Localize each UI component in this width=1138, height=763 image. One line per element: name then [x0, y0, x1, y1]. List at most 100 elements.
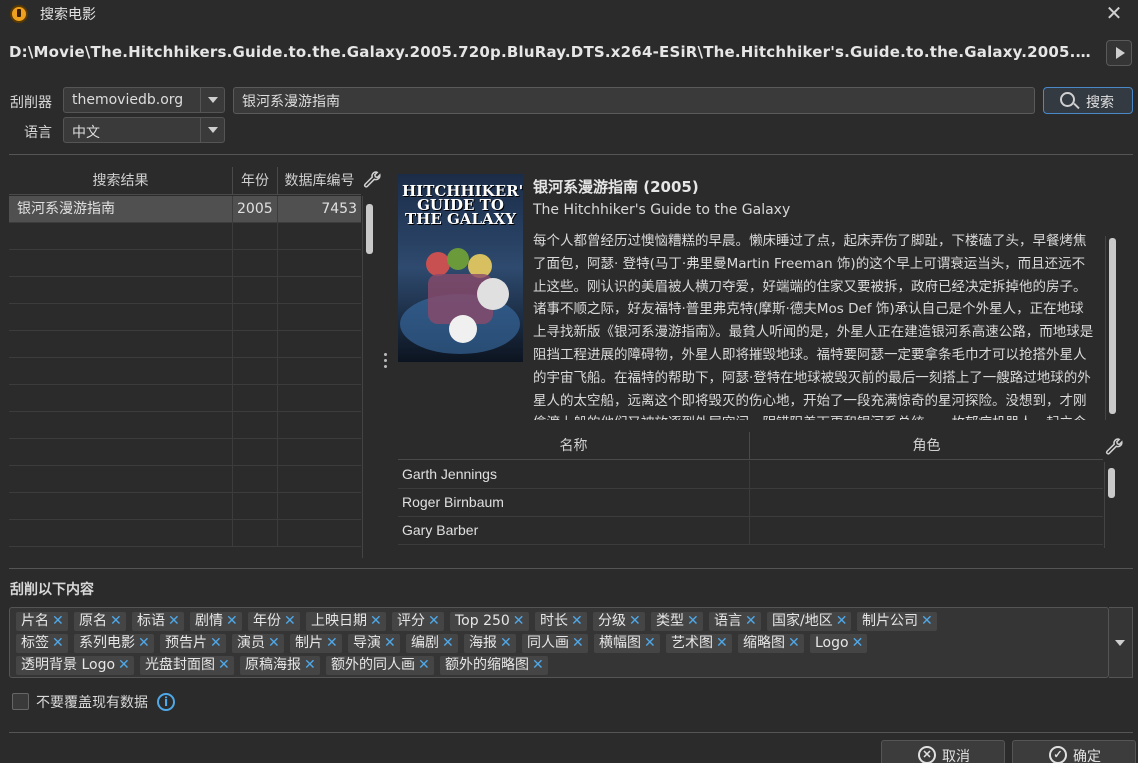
remove-tag-icon[interactable]: ✕	[218, 657, 230, 673]
remove-tag-icon[interactable]: ✕	[304, 657, 316, 673]
wrench-icon[interactable]	[362, 170, 382, 190]
table-row-empty	[9, 277, 361, 304]
divider	[9, 732, 1133, 733]
movie-poster: HITCHHIKER'S GUIDE TO THE GALAXY	[398, 174, 523, 362]
cast-row[interactable]: Garth Jennings	[398, 461, 1103, 489]
scrape-tag-label: 缩略图	[743, 635, 785, 651]
scrape-tag: Top 250 ✕	[450, 612, 529, 631]
scrape-tag: 分级 ✕	[593, 612, 645, 631]
remove-tag-icon[interactable]: ✕	[110, 613, 122, 629]
result-cell-year	[233, 223, 278, 250]
remove-tag-icon[interactable]: ✕	[788, 635, 800, 651]
remove-tag-icon[interactable]: ✕	[370, 613, 382, 629]
remove-tag-icon[interactable]: ✕	[284, 613, 296, 629]
cancel-icon: ✕	[918, 746, 936, 763]
scrape-tag: 标签 ✕	[16, 634, 68, 653]
remove-tag-icon[interactable]: ✕	[138, 635, 150, 651]
scrape-tag-label: 演员	[237, 635, 265, 651]
splitter-handle[interactable]	[384, 353, 388, 371]
check-icon: ✓	[1049, 746, 1067, 763]
scrape-tag-label: 分级	[598, 613, 626, 629]
remove-tag-icon[interactable]: ✕	[418, 657, 430, 673]
scrollbar-thumb[interactable]	[366, 204, 373, 254]
remove-tag-icon[interactable]: ✕	[571, 613, 583, 629]
cancel-button[interactable]: ✕ 取消	[881, 740, 1005, 763]
scrollbar-thumb[interactable]	[1109, 238, 1116, 414]
remove-tag-icon[interactable]: ✕	[532, 657, 544, 673]
search-button[interactable]: 搜索	[1043, 87, 1133, 114]
overview-scrollbar[interactable]	[1105, 236, 1119, 420]
ok-button[interactable]: ✓ 确定	[1012, 740, 1136, 763]
remove-tag-icon[interactable]: ✕	[836, 613, 848, 629]
result-row[interactable]: 银河系漫游指南 2005 7453	[9, 196, 361, 223]
remove-tag-icon[interactable]: ✕	[268, 635, 280, 651]
scrape-tag-label: 艺术图	[671, 635, 713, 651]
result-cell-title	[9, 385, 233, 412]
search-input[interactable]	[233, 87, 1035, 114]
scrape-tag: 系列电影 ✕	[74, 634, 154, 653]
table-row-empty	[9, 466, 361, 493]
remove-tag-icon[interactable]: ✕	[384, 635, 396, 651]
remove-tag-icon[interactable]: ✕	[52, 613, 64, 629]
result-cell-title: 银河系漫游指南	[9, 196, 233, 223]
language-select[interactable]: 中文	[63, 117, 225, 143]
result-cell-id	[278, 439, 361, 466]
remove-tag-icon[interactable]: ✕	[210, 635, 222, 651]
scrape-tag-label: 导演	[353, 635, 381, 651]
remove-tag-icon[interactable]: ✕	[168, 613, 180, 629]
scraper-select[interactable]: themoviedb.org	[63, 87, 225, 113]
chevron-down-icon[interactable]	[1109, 607, 1133, 678]
remove-tag-icon[interactable]: ✕	[572, 635, 584, 651]
results-scrollbar[interactable]	[362, 196, 378, 558]
result-cell-title	[9, 277, 233, 304]
table-row-empty	[9, 223, 361, 250]
remove-tag-icon[interactable]: ✕	[226, 613, 238, 629]
scrollbar-thumb[interactable]	[1108, 468, 1115, 498]
remove-tag-icon[interactable]: ✕	[716, 635, 728, 651]
result-cell-year	[233, 439, 278, 466]
cast-row[interactable]: Gary Barber	[398, 517, 1103, 545]
scrape-tag: 评分 ✕	[392, 612, 444, 631]
result-cell-title	[9, 304, 233, 331]
remove-tag-icon[interactable]: ✕	[921, 613, 933, 629]
wrench-icon[interactable]	[1104, 437, 1124, 457]
scrape-tag: 导演 ✕	[348, 634, 400, 653]
scrape-tag-box[interactable]: 片名 ✕ 原名 ✕ 标语 ✕ 剧情 ✕ 年份 ✕ 上映日期 ✕ 评分 ✕ Top 250 ✕ 时长 ✕ 分级 ✕ 类型 ✕…	[9, 607, 1109, 678]
scrape-tag-label: 同人画	[527, 635, 569, 651]
cast-header-name[interactable]: 名称	[398, 432, 750, 460]
remove-tag-icon[interactable]: ✕	[745, 613, 757, 629]
result-cell-year	[233, 412, 278, 439]
no-overwrite-checkbox[interactable]	[12, 693, 29, 710]
info-icon[interactable]: i	[157, 693, 175, 711]
remove-tag-icon[interactable]: ✕	[442, 635, 454, 651]
scrape-tag-label: 编剧	[411, 635, 439, 651]
remove-tag-icon[interactable]: ✕	[852, 635, 864, 651]
cast-header-role[interactable]: 角色	[750, 432, 1103, 460]
results-header-title[interactable]: 搜索结果	[9, 167, 233, 195]
scrape-tag: 原名 ✕	[74, 612, 126, 631]
result-cell-title	[9, 466, 233, 493]
no-overwrite-label: 不要覆盖现有数据	[36, 695, 148, 711]
divider	[9, 568, 1133, 569]
result-cell-year	[233, 250, 278, 277]
remove-tag-icon[interactable]: ✕	[326, 635, 338, 651]
scrape-tag: 标语 ✕	[132, 612, 184, 631]
scrape-tag: 额外的缩略图 ✕	[440, 656, 548, 675]
cast-row[interactable]: Roger Birnbaum	[398, 489, 1103, 517]
cast-scrollbar[interactable]	[1104, 462, 1120, 548]
remove-tag-icon[interactable]: ✕	[52, 635, 64, 651]
remove-tag-icon[interactable]: ✕	[644, 635, 656, 651]
remove-tag-icon[interactable]: ✕	[428, 613, 440, 629]
remove-tag-icon[interactable]: ✕	[118, 657, 130, 673]
remove-tag-icon[interactable]: ✕	[687, 613, 699, 629]
scrape-tag-label: 原稿海报	[245, 657, 301, 673]
result-cell-title	[9, 412, 233, 439]
close-icon[interactable]: ✕	[1100, 0, 1128, 26]
remove-tag-icon[interactable]: ✕	[629, 613, 641, 629]
results-header-id[interactable]: 数据库编号	[278, 167, 361, 195]
remove-tag-icon[interactable]: ✕	[500, 635, 512, 651]
scrape-tag-label: 光盘封面图	[145, 657, 215, 673]
remove-tag-icon[interactable]: ✕	[513, 613, 525, 629]
results-header-year[interactable]: 年份	[233, 167, 278, 195]
play-button[interactable]	[1106, 40, 1132, 66]
